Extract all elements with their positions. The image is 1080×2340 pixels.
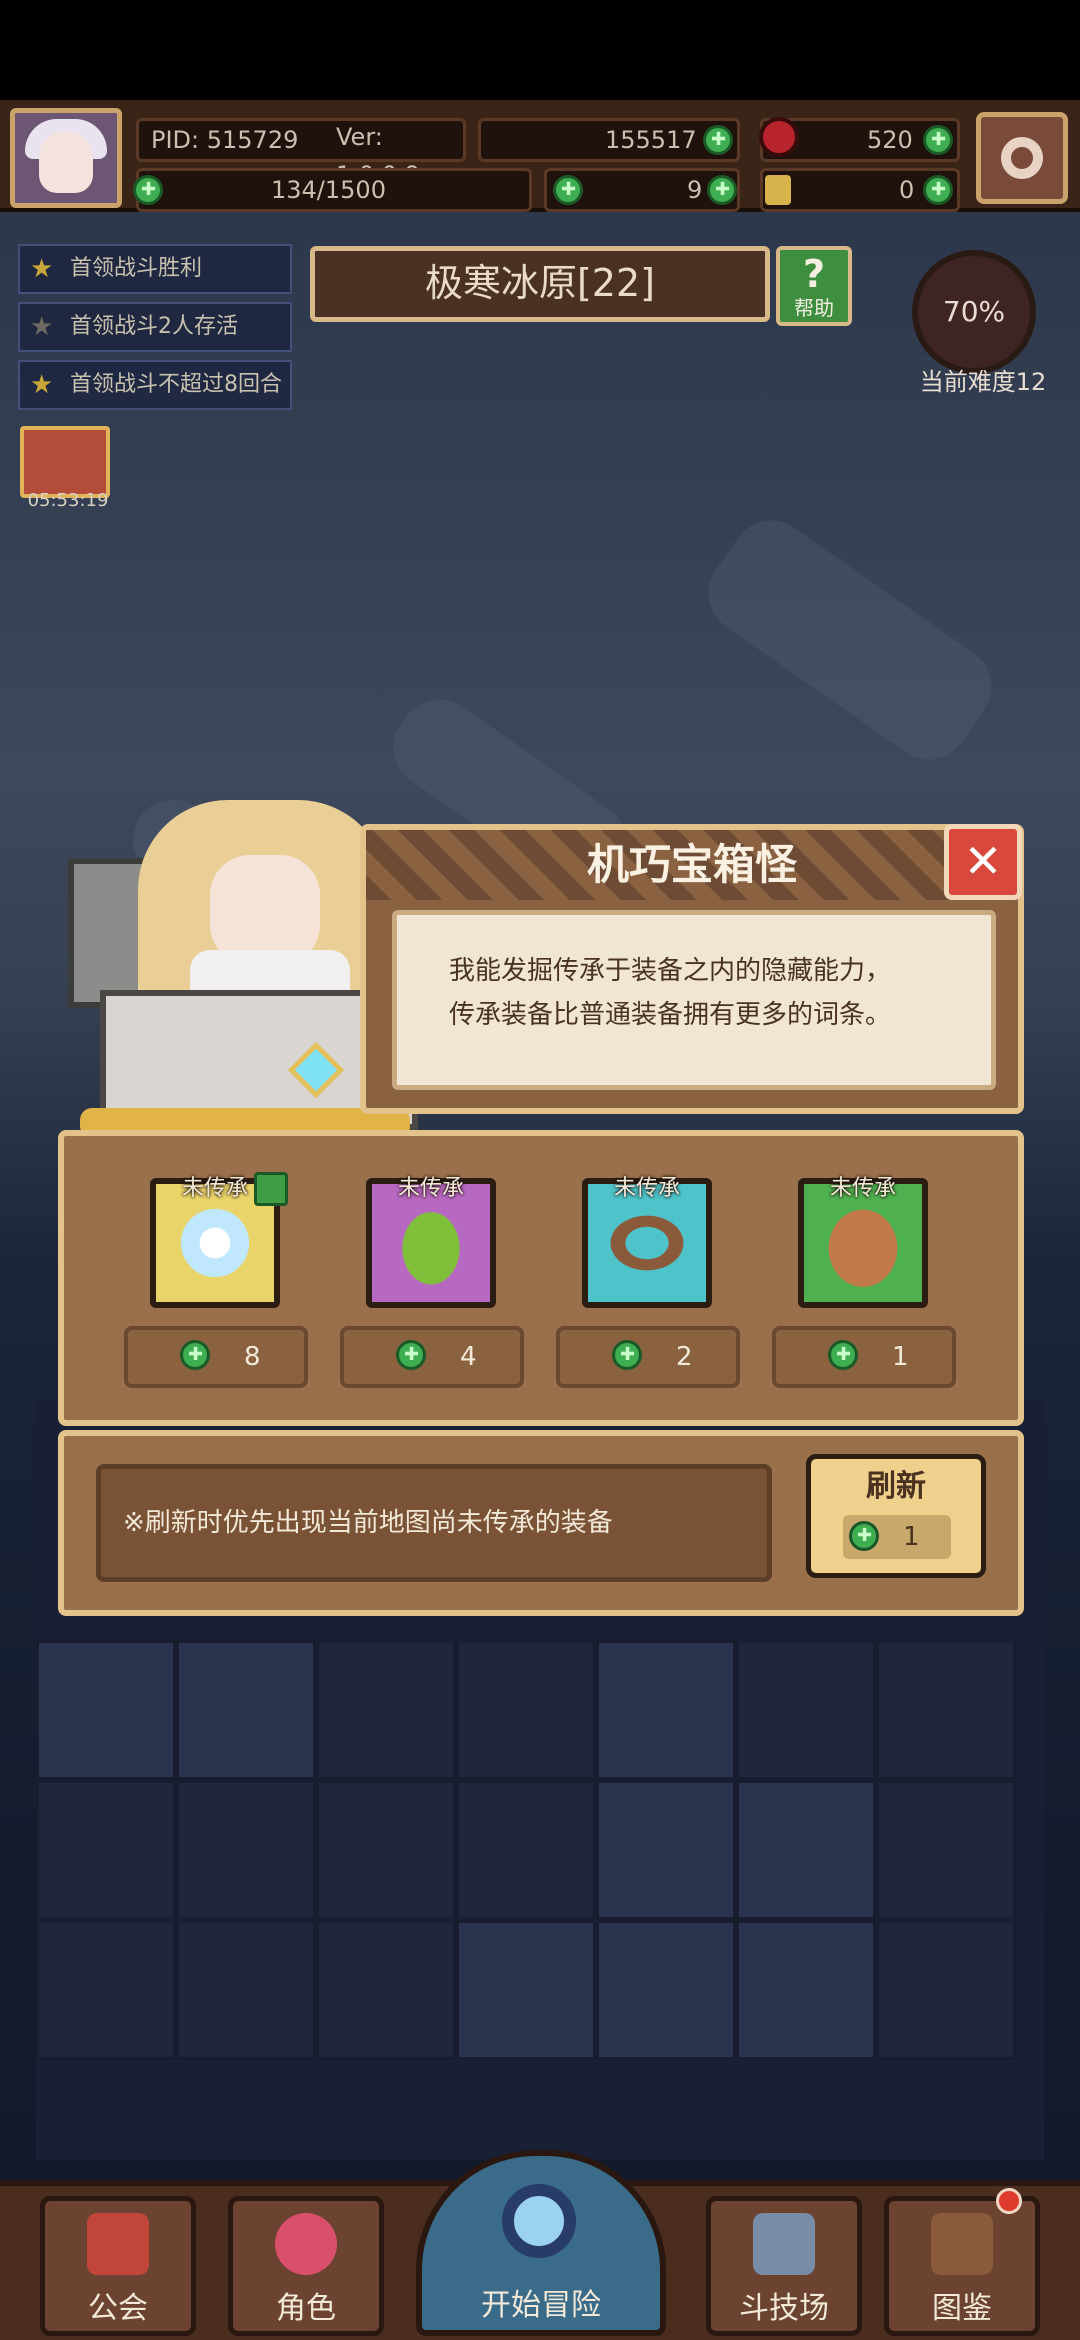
equipment-cost: 2 bbox=[556, 1326, 740, 1388]
refresh-button[interactable]: 刷新 1 bbox=[806, 1454, 986, 1578]
ice-crystal-icon bbox=[162, 1190, 268, 1296]
nav-guild-label: 公会 bbox=[88, 2291, 148, 2326]
bronze-helmet-icon bbox=[810, 1190, 916, 1296]
mission-item[interactable]: ★ 首领战斗2人存活 bbox=[18, 302, 292, 352]
gem-value: 520 bbox=[867, 126, 913, 154]
book-icon bbox=[931, 2213, 993, 2275]
ruby-icon bbox=[759, 117, 799, 157]
dialog-text: 我能发掘传承于装备之内的隐藏能力， 传承装备比普通装备拥有更多的词条。 bbox=[392, 910, 996, 1090]
nav-guild[interactable]: 公会 bbox=[40, 2196, 196, 2336]
clover-value: 9 bbox=[687, 176, 703, 204]
stamina-bar: 134/1500 bbox=[133, 168, 532, 212]
status-bar bbox=[0, 0, 1080, 100]
stamina-clover-icon bbox=[133, 175, 163, 205]
mission-item[interactable]: ★ 首领战斗不超过8回合 bbox=[18, 360, 292, 410]
clover-counter: 9 bbox=[544, 168, 740, 212]
cost-value: 1 bbox=[892, 1342, 909, 1372]
map-title: 极寒冰原[22] bbox=[310, 246, 770, 322]
mission-label: 首领战斗2人存活 bbox=[70, 314, 238, 339]
nav-codex-label: 图鉴 bbox=[932, 2291, 992, 2326]
help-label: 帮助 bbox=[794, 296, 834, 320]
equipment-cost: 4 bbox=[340, 1326, 524, 1388]
refresh-cost-value: 1 bbox=[903, 1522, 920, 1552]
star-icon: ★ bbox=[30, 254, 54, 284]
nav-character[interactable]: 角色 bbox=[228, 2196, 384, 2336]
difficulty-percent: 70% bbox=[942, 295, 1006, 328]
diamond-ring-icon bbox=[594, 1190, 700, 1296]
gift-timer: 05:53:19 bbox=[27, 490, 109, 511]
difficulty-label: 当前难度12 bbox=[919, 368, 1047, 396]
close-icon: ✕ bbox=[963, 834, 1003, 888]
gift-box-icon[interactable] bbox=[20, 426, 110, 498]
close-button[interactable]: ✕ bbox=[944, 824, 1022, 900]
key-icon bbox=[765, 175, 791, 205]
npc-dialog: 机巧宝箱怪 我能发掘传承于装备之内的隐藏能力， 传承装备比普通装备拥有更多的词条… bbox=[360, 824, 1024, 1114]
gold-counter: 155517 bbox=[478, 118, 740, 162]
mission-label: 首领战斗不超过8回合 bbox=[70, 372, 282, 397]
equipment-cost: 1 bbox=[772, 1326, 956, 1388]
thumbs-up-icon bbox=[254, 1172, 288, 1206]
key-value: 0 bbox=[899, 176, 915, 204]
settings-button[interactable] bbox=[976, 112, 1068, 204]
gear-icon bbox=[1001, 137, 1043, 179]
crossed-swords-icon bbox=[753, 2213, 815, 2275]
add-key-icon[interactable] bbox=[923, 175, 953, 205]
nav-codex[interactable]: 图鉴 bbox=[884, 2196, 1040, 2336]
clover-icon bbox=[849, 1521, 879, 1551]
start-label: 开始冒险 bbox=[481, 2288, 601, 2323]
clover-icon bbox=[553, 175, 583, 205]
dialog-line: 传承装备比普通装备拥有更多的词条。 bbox=[449, 1000, 892, 1030]
key-counter: 0 bbox=[760, 168, 960, 212]
version-row: Ver: 1.0.0.9 bbox=[332, 118, 468, 189]
pid-label: PID: 515729 bbox=[151, 126, 299, 154]
add-gems-icon[interactable] bbox=[923, 125, 953, 155]
nav-character-label: 角色 bbox=[276, 2291, 336, 2326]
refresh-label: 刷新 bbox=[866, 1469, 926, 1504]
nav-arena-label: 斗技场 bbox=[739, 2291, 829, 2326]
equipment-tag: 未传承 bbox=[613, 1176, 680, 1201]
cost-value: 8 bbox=[244, 1342, 261, 1372]
help-button[interactable]: ? 帮助 bbox=[776, 246, 852, 326]
refresh-cost: 1 bbox=[843, 1515, 951, 1559]
equipment-tag: 未传承 bbox=[397, 1176, 464, 1201]
difficulty-dial[interactable]: 70% bbox=[912, 250, 1036, 374]
clover-icon bbox=[703, 125, 733, 155]
star-icon: ★ bbox=[30, 312, 54, 342]
character-icon bbox=[275, 2213, 337, 2275]
star-icon: ★ bbox=[30, 370, 54, 400]
mission-item[interactable]: ★ 首领战斗胜利 bbox=[18, 244, 292, 294]
nav-arena[interactable]: 斗技场 bbox=[706, 2196, 862, 2336]
clover-icon bbox=[828, 1340, 858, 1370]
stamina-value: 134/1500 bbox=[271, 176, 386, 204]
character-face bbox=[210, 855, 320, 965]
add-clover-icon[interactable] bbox=[707, 175, 737, 205]
player-avatar[interactable] bbox=[10, 108, 122, 208]
dialog-title: 机巧宝箱怪 bbox=[586, 840, 797, 889]
clover-icon bbox=[180, 1340, 210, 1370]
guild-hall-icon bbox=[87, 2213, 149, 2275]
cost-value: 2 bbox=[676, 1342, 693, 1372]
green-gem-icon bbox=[378, 1190, 484, 1296]
equipment-tag: 未传承 bbox=[829, 1176, 896, 1201]
equipment-cost: 8 bbox=[124, 1326, 308, 1388]
question-icon: ? bbox=[802, 252, 826, 296]
gold-value: 155517 bbox=[605, 126, 697, 154]
cost-value: 4 bbox=[460, 1342, 477, 1372]
dialog-line: 我能发掘传承于装备之内的隐藏能力， bbox=[449, 956, 892, 986]
mission-label: 首领战斗胜利 bbox=[70, 256, 203, 281]
refresh-note: ※刷新时优先出现当前地图尚未传承的装备 bbox=[96, 1464, 772, 1582]
gem-counter: 520 bbox=[759, 117, 960, 162]
magnifier-icon bbox=[502, 2184, 576, 2258]
clover-icon bbox=[396, 1340, 426, 1370]
clover-icon bbox=[612, 1340, 642, 1370]
notification-dot bbox=[996, 2188, 1022, 2214]
